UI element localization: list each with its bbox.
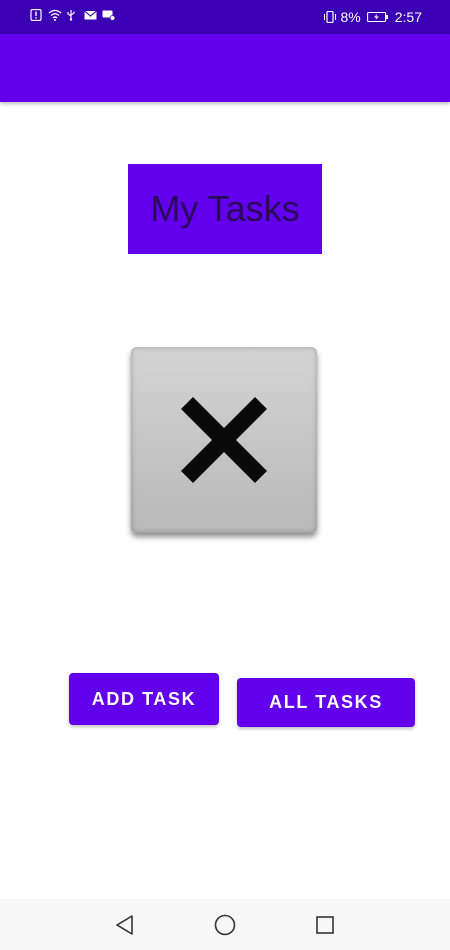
home-button[interactable]: [212, 912, 238, 938]
title-box: My Tasks: [128, 164, 322, 254]
home-icon: [214, 914, 236, 936]
app-bar: [0, 34, 450, 102]
page-title: My Tasks: [150, 188, 300, 229]
back-icon: [116, 915, 133, 935]
back-button[interactable]: [112, 912, 138, 938]
recent-apps-button[interactable]: [312, 912, 338, 938]
wifi-icon: [48, 9, 62, 21]
navigation-bar: [0, 899, 450, 950]
status-right-group: 8% 2:57: [323, 9, 422, 25]
status-bar: 8% 2:57: [0, 0, 450, 34]
alert-icon: [30, 9, 42, 21]
mail-icon: [84, 9, 97, 21]
battery-percent: 8%: [340, 9, 361, 25]
usb-icon: [66, 9, 78, 21]
all-tasks-button[interactable]: ALL TASKS: [237, 678, 415, 727]
close-image[interactable]: [131, 347, 317, 533]
message-icon: [102, 9, 115, 21]
vibrate-icon: [323, 11, 336, 23]
clock: 2:57: [394, 9, 422, 25]
screen: 8% 2:57 My Tasks ADD TASK ALL TASKS: [0, 0, 450, 950]
close-icon: [180, 396, 268, 484]
status-left-icons: [30, 9, 115, 21]
add-task-button[interactable]: ADD TASK: [69, 673, 219, 725]
recent-apps-icon: [316, 916, 334, 934]
battery-charging-icon: [366, 11, 389, 23]
